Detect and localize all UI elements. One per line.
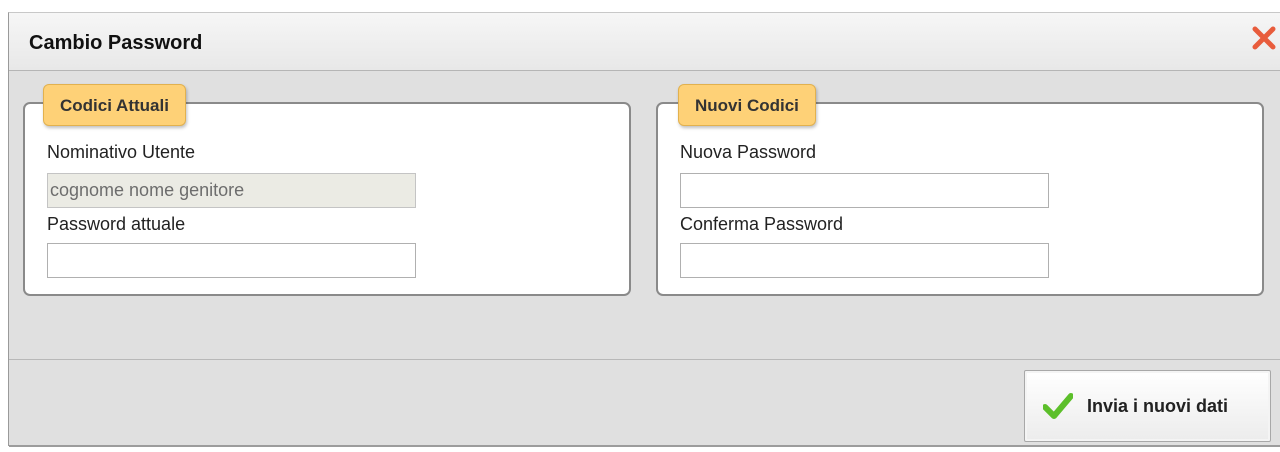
- new-codes-legend: Nuovi Codici: [678, 84, 816, 126]
- current-password-label: Password attuale: [47, 214, 186, 234]
- current-codes-legend: Codici Attuali: [43, 84, 186, 126]
- dialog-title: Cambio Password: [29, 32, 203, 54]
- username-field: [47, 173, 416, 208]
- dialog-titlebar: Cambio Password: [9, 13, 1280, 71]
- new-codes-fieldset: Nuovi Codici Nuova Password Conferma Pas…: [656, 84, 1264, 296]
- confirm-password-input[interactable]: [680, 243, 1049, 278]
- submit-button-label: Invia i nuovi dati: [1087, 396, 1229, 416]
- username-label: Nominativo Utente: [47, 142, 196, 162]
- new-password-label: Nuova Password: [680, 142, 817, 162]
- submit-new-data-button[interactable]: Invia i nuovi dati: [1024, 370, 1271, 442]
- current-password-input[interactable]: [47, 243, 416, 278]
- confirm-password-label: Conferma Password: [680, 214, 844, 234]
- new-password-input[interactable]: [680, 173, 1049, 208]
- current-codes-fieldset: Codici Attuali Nominativo Utente Passwor…: [23, 84, 631, 296]
- footer-divider: [9, 359, 1280, 360]
- dialog-bottom-border: [9, 445, 1280, 447]
- change-password-dialog: Cambio Password Codici Attuali Nominativ…: [8, 12, 1280, 447]
- close-icon[interactable]: [1251, 25, 1277, 51]
- checkmark-icon: [1042, 393, 1074, 419]
